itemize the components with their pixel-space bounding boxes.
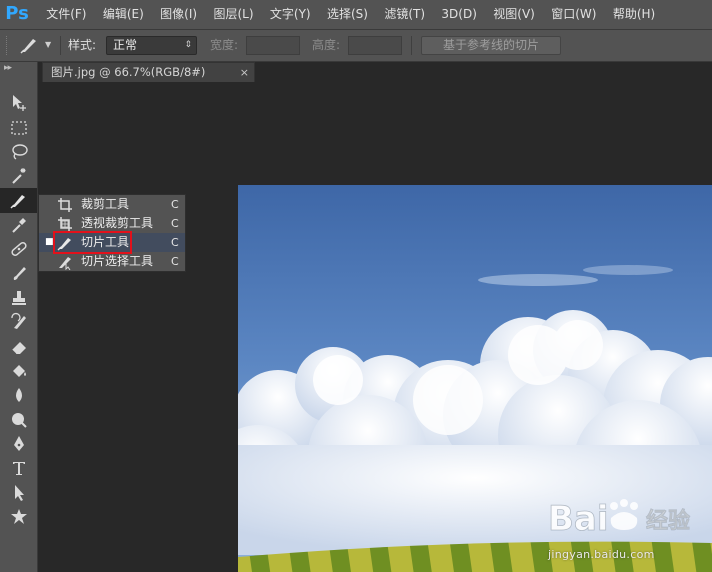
updown-arrow-icon: ⇕ xyxy=(184,40,192,50)
width-input[interactable] xyxy=(246,36,300,55)
document-tab[interactable]: 图片.jpg @ 66.7%(RGB/8#) × xyxy=(42,62,255,82)
collapse-panel-icon[interactable]: ▸▸ xyxy=(4,62,12,74)
photoshop-logo: Ps xyxy=(5,3,29,24)
menu-bar: Ps 文件(F) 编辑(E) 图像(I) 图层(L) 文字(Y) 选择(S) 滤… xyxy=(0,0,712,30)
slice-select-tool-icon xyxy=(57,254,73,271)
move-tool-icon[interactable] xyxy=(0,91,37,115)
slices-from-guides-button[interactable]: 基于参考线的切片 xyxy=(421,36,561,55)
marquee-tool-icon[interactable] xyxy=(0,115,37,139)
clone-stamp-tool-icon[interactable] xyxy=(0,286,37,310)
close-icon[interactable]: × xyxy=(240,63,249,82)
history-brush-tool-icon[interactable] xyxy=(0,310,37,334)
flyout-item-label: 切片选择工具 xyxy=(81,254,154,268)
healing-brush-tool-icon[interactable] xyxy=(0,237,37,261)
divider xyxy=(60,36,61,55)
width-label: 宽度: xyxy=(210,38,239,52)
menu-edit[interactable]: 编辑(E) xyxy=(95,0,152,29)
brush-tool-icon[interactable] xyxy=(0,261,37,285)
svg-text:经验: 经验 xyxy=(646,508,690,534)
blur-tool-icon[interactable] xyxy=(0,383,37,407)
flyout-item-crop[interactable]: 裁剪工具 C xyxy=(39,195,185,214)
document-tab-bar: 图片.jpg @ 66.7%(RGB/8#) × xyxy=(38,62,712,82)
slice-tool-highlight-box xyxy=(53,231,132,254)
style-select-value: 正常 xyxy=(113,38,138,52)
flyout-item-shortcut: C xyxy=(171,198,179,211)
menu-filter[interactable]: 滤镜(T) xyxy=(376,0,433,29)
menu-items: 文件(F) 编辑(E) 图像(I) 图层(L) 文字(Y) 选择(S) 滤镜(T… xyxy=(38,0,663,29)
tools-panel: ▸▸ xyxy=(0,62,38,572)
custom-shape-tool-icon[interactable] xyxy=(0,505,37,529)
menu-image[interactable]: 图像(I) xyxy=(152,0,205,29)
height-input[interactable] xyxy=(348,36,402,55)
divider xyxy=(411,36,412,55)
type-tool-icon[interactable] xyxy=(0,456,37,480)
menu-window[interactable]: 窗口(W) xyxy=(543,0,605,29)
baidu-logo-icon: Bai 经验 xyxy=(548,499,691,540)
menu-select[interactable]: 选择(S) xyxy=(319,0,376,29)
watermark-url: jingyan.baidu.com xyxy=(548,548,655,561)
baidu-jingyan-watermark: Bai 经验 jingyan.baidu.com xyxy=(540,490,712,570)
flyout-item-shortcut: C xyxy=(171,255,179,268)
flyout-item-label: 裁剪工具 xyxy=(81,197,130,211)
dodge-tool-icon[interactable] xyxy=(0,407,37,431)
slice-tool-icon[interactable] xyxy=(18,35,40,55)
height-label: 高度: xyxy=(312,38,341,52)
eyedropper-tool-icon[interactable] xyxy=(0,213,37,237)
perspective-crop-tool-icon xyxy=(57,216,73,232)
document-tab-title: 图片.jpg @ 66.7%(RGB/8#) xyxy=(51,65,206,79)
lasso-tool-icon[interactable] xyxy=(0,140,37,164)
crop-tool-icon xyxy=(57,197,73,213)
menu-view[interactable]: 视图(V) xyxy=(485,0,543,29)
style-label: 样式: xyxy=(68,38,97,52)
slice-tool-icon[interactable] xyxy=(0,188,37,213)
menu-file[interactable]: 文件(F) xyxy=(38,0,95,29)
tool-list xyxy=(0,91,37,529)
magic-wand-tool-icon[interactable] xyxy=(0,164,37,188)
pen-tool-icon[interactable] xyxy=(0,432,37,456)
tool-preset-dropdown-icon[interactable]: ▼ xyxy=(45,35,51,55)
eraser-tool-icon[interactable] xyxy=(0,334,37,358)
svg-text:Bai: Bai xyxy=(548,499,609,539)
menu-layer[interactable]: 图层(L) xyxy=(205,0,261,29)
options-bar-grip[interactable] xyxy=(6,36,9,55)
path-selection-tool-icon[interactable] xyxy=(0,481,37,505)
flyout-item-slice-select[interactable]: 切片选择工具 C xyxy=(39,252,185,271)
options-bar: ▼ 样式: 正常 ⇕ 宽度: 高度: 基于参考线的切片 xyxy=(0,30,712,62)
flyout-item-shortcut: C xyxy=(171,236,179,249)
menu-help[interactable]: 帮助(H) xyxy=(605,0,664,29)
flyout-item-shortcut: C xyxy=(171,217,179,230)
style-select[interactable]: 正常 ⇕ xyxy=(106,36,197,55)
paint-bucket-tool-icon[interactable] xyxy=(0,359,37,383)
menu-3d[interactable]: 3D(D) xyxy=(433,0,485,29)
menu-type[interactable]: 文字(Y) xyxy=(262,0,319,29)
